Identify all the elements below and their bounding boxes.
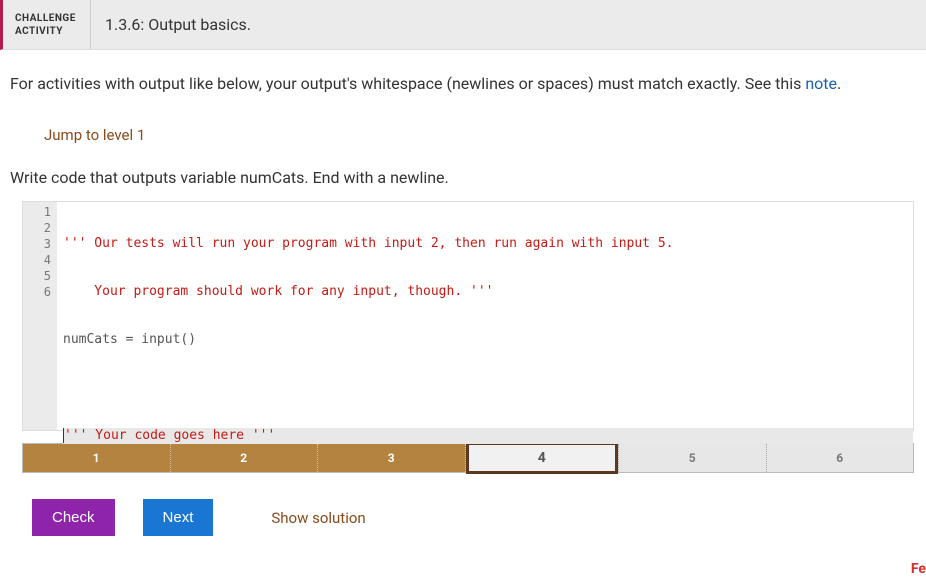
intro-note-link[interactable]: note	[805, 74, 837, 93]
line-number: 5	[23, 268, 51, 284]
intro-text: For activities with output like below, y…	[10, 72, 914, 96]
line-gutter: 1 2 3 4 5 6	[23, 202, 57, 430]
code-string: Your program should work for any input, …	[63, 284, 493, 299]
code-editor[interactable]: 1 2 3 4 5 6 ''' Our tests will run your …	[22, 201, 914, 431]
code-area[interactable]: ''' Our tests will run your program with…	[23, 202, 913, 524]
jump-to-level-link[interactable]: Jump to level 1	[44, 126, 914, 144]
code-string: ''' Your code goes here '''	[64, 428, 275, 443]
line-number: 1	[23, 204, 51, 220]
footer-partial-text: Fe	[911, 561, 926, 577]
code-plain: numCats = input()	[63, 332, 196, 347]
intro-text-before: For activities with output like below, y…	[10, 74, 805, 93]
line-number: 4	[23, 252, 51, 268]
intro-text-after: .	[837, 74, 841, 93]
activity-header: CHALLENGE ACTIVITY 1.3.6: Output basics.	[0, 0, 926, 50]
line-number: 2	[23, 220, 51, 236]
code-string: ''' Our tests will run your program with…	[63, 236, 673, 251]
prompt-text: Write code that outputs variable numCats…	[10, 168, 914, 187]
line-number: 6	[23, 284, 51, 300]
challenge-activity-label: CHALLENGE ACTIVITY	[3, 0, 91, 49]
activity-title: 1.3.6: Output basics.	[91, 0, 265, 49]
line-number: 3	[23, 236, 51, 252]
